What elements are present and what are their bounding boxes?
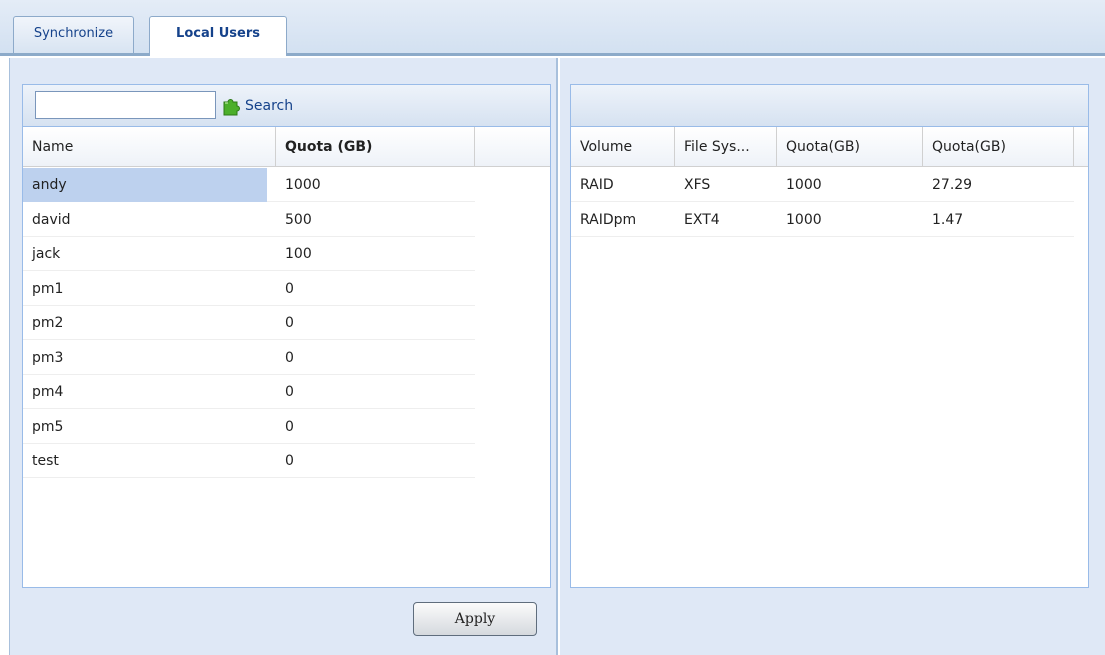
column-header-quota[interactable]: Quota(GB) — [777, 127, 923, 167]
volumes-grid-header: Volume File Sys... Quota(GB) Quota(GB) — [571, 127, 1088, 167]
table-row[interactable]: jack 100 — [23, 237, 475, 271]
users-grid-toolbar: Search — [23, 85, 550, 127]
column-header-quota[interactable]: Quota (GB) — [276, 127, 475, 167]
user-name-cell[interactable]: pm2 — [23, 306, 267, 340]
table-row[interactable]: pm5 0 — [23, 410, 475, 444]
table-row[interactable]: RAIDpm EXT4 1000 1.47 — [571, 203, 1074, 237]
volume-quota-cell[interactable]: 1000 — [777, 203, 923, 237]
user-name-cell[interactable]: pm4 — [23, 375, 267, 409]
table-row[interactable]: andy 1000 — [23, 168, 475, 202]
volume-name-cell[interactable]: RAIDpm — [571, 203, 675, 237]
user-quota-cell[interactable]: 0 — [276, 375, 475, 409]
volumes-grid-toolbar — [571, 85, 1088, 127]
table-row[interactable]: pm2 0 — [23, 306, 475, 340]
volumes-grid: Volume File Sys... Quota(GB) Quota(GB) R… — [570, 84, 1089, 588]
user-name-cell[interactable]: pm3 — [23, 341, 267, 375]
table-row[interactable]: RAID XFS 1000 27.29 — [571, 168, 1074, 202]
file-system-cell[interactable]: XFS — [675, 168, 777, 202]
search-input[interactable] — [35, 91, 216, 119]
user-quota-cell[interactable]: 0 — [276, 306, 475, 340]
table-row[interactable]: pm3 0 — [23, 341, 475, 375]
apply-button[interactable]: Apply — [413, 602, 537, 636]
tab-bar: Synchronize Local Users — [0, 0, 1105, 56]
user-name-cell[interactable]: andy — [23, 168, 267, 202]
column-header-name[interactable]: Name — [23, 127, 276, 167]
user-name-cell[interactable]: david — [23, 203, 267, 237]
users-grid: Search Name Quota (GB) andy 1000 david 500 j… — [22, 84, 551, 588]
table-row[interactable]: test 0 — [23, 444, 475, 478]
column-header-used[interactable]: Quota(GB) — [923, 127, 1074, 167]
user-quota-cell[interactable]: 0 — [276, 410, 475, 444]
column-header-file-system[interactable]: File Sys... — [675, 127, 777, 167]
user-name-cell[interactable]: test — [23, 444, 267, 478]
file-system-cell[interactable]: EXT4 — [675, 203, 777, 237]
puzzle-icon — [221, 96, 242, 116]
tab-local-users[interactable]: Local Users — [149, 16, 287, 56]
search-button-label: Search — [245, 98, 294, 114]
user-name-cell[interactable]: jack — [23, 237, 267, 271]
user-quota-cell[interactable]: 500 — [276, 203, 475, 237]
column-header-volume[interactable]: Volume — [571, 127, 675, 167]
table-row[interactable]: pm4 0 — [23, 375, 475, 409]
volume-used-cell[interactable]: 27.29 — [923, 168, 1074, 202]
user-quota-cell[interactable]: 0 — [276, 272, 475, 306]
table-row[interactable]: david 500 — [23, 203, 475, 237]
users-grid-header: Name Quota (GB) — [23, 127, 550, 167]
table-row[interactable]: pm1 0 — [23, 272, 475, 306]
volume-used-cell[interactable]: 1.47 — [923, 203, 1074, 237]
search-button[interactable]: Search — [221, 93, 293, 119]
user-name-cell[interactable]: pm5 — [23, 410, 267, 444]
user-quota-cell[interactable]: 1000 — [276, 168, 475, 202]
volume-name-cell[interactable]: RAID — [571, 168, 675, 202]
user-name-cell[interactable]: pm1 — [23, 272, 267, 306]
user-quota-cell[interactable]: 100 — [276, 237, 475, 271]
user-quota-cell[interactable]: 0 — [276, 444, 475, 478]
tab-synchronize[interactable]: Synchronize — [13, 16, 134, 53]
volume-quota-cell[interactable]: 1000 — [777, 168, 923, 202]
user-quota-cell[interactable]: 0 — [276, 341, 475, 375]
